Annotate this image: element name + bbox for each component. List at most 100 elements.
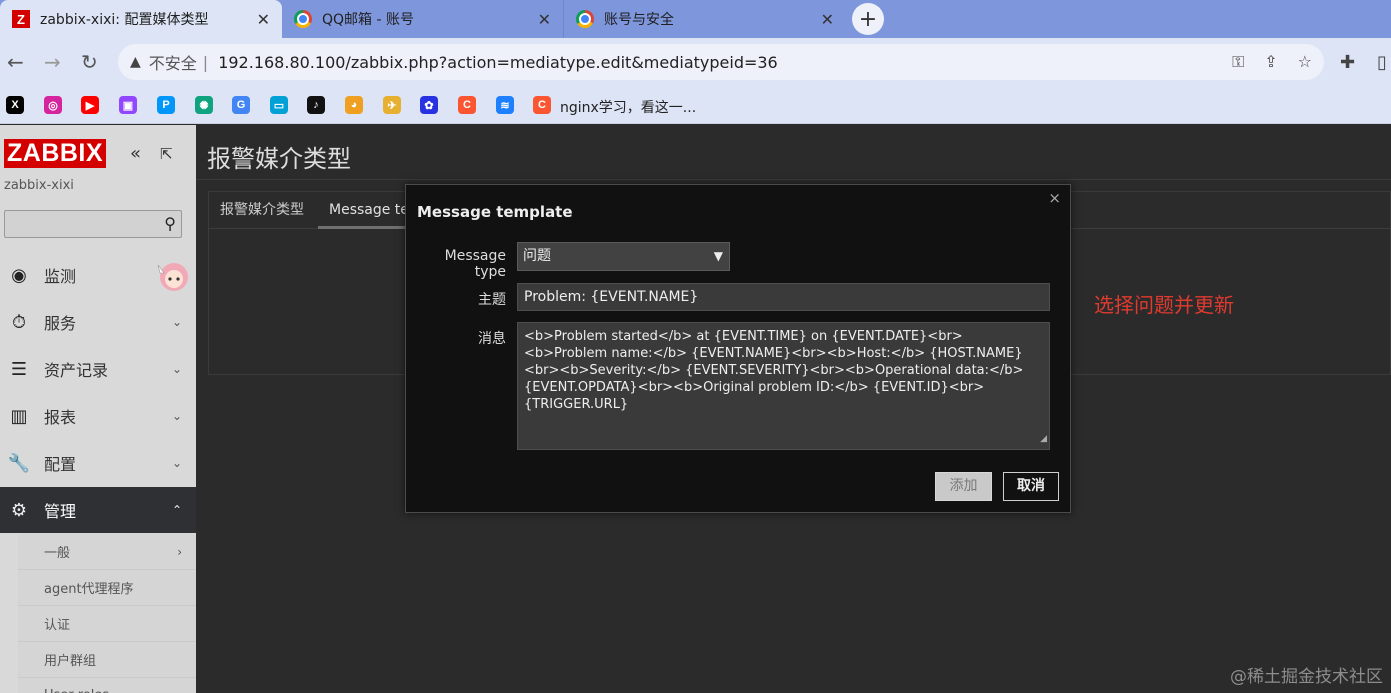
url-text[interactable]: 192.168.80.100/zabbix.php?action=mediaty… (218, 53, 778, 72)
key-icon[interactable]: ⚿ (1232, 52, 1244, 72)
reload-icon[interactable]: ↻ (81, 50, 98, 74)
submenu-item-3[interactable]: 用户群组 (18, 642, 196, 678)
browser-tab-zabbix[interactable]: Z zabbix-xixi: 配置媒体类型 ✕ (0, 0, 282, 38)
sidebar-item-5[interactable]: ⚙ 管理 ⌃ (0, 487, 196, 533)
x-twitter-icon[interactable]: X (6, 96, 24, 114)
twitch-icon[interactable]: ▣ (119, 96, 137, 114)
close-icon[interactable]: ✕ (257, 10, 270, 29)
search-icon[interactable]: ⚲ (164, 214, 176, 233)
chatgpt-icon[interactable]: ✺ (195, 96, 213, 114)
dialog-title: Message template (417, 203, 573, 221)
chevron-up-icon: ⌃ (171, 503, 182, 517)
sidebar-item-label: 配置 (44, 455, 77, 474)
browser-tab-account[interactable]: 账号与安全 ✕ (564, 0, 846, 38)
sidebar-item-label: 服务 (44, 314, 77, 333)
bar-chart-icon: ▥ (10, 405, 28, 427)
search-input[interactable]: ⚲ (4, 210, 182, 238)
message-textarea[interactable]: <b>Problem started</b> at {EVENT.TIME} o… (517, 322, 1050, 450)
hostname: zabbix-xixi (4, 178, 74, 193)
sidebar-item-label: 资产记录 (44, 361, 109, 380)
divider (196, 179, 1391, 180)
wing-icon[interactable]: ✈ (383, 96, 401, 114)
submenu-item-label: 一般 (44, 546, 71, 561)
chevron-down-icon: ⌄ (171, 456, 182, 470)
submenu-item-label: agent代理程序 (44, 582, 134, 597)
zabbix-logo[interactable]: ZABBIX (4, 139, 107, 168)
instagram-icon[interactable]: ◎ (44, 96, 62, 114)
close-icon[interactable]: ✕ (821, 10, 834, 29)
bookmark-nginx[interactable]: nginx学习，看这一... (560, 97, 696, 117)
csdn-icon[interactable]: C (458, 96, 476, 114)
share-icon[interactable]: ⇪ (1264, 52, 1277, 72)
message-type-label: Message type (444, 248, 506, 280)
zabbix-sidebar: ZABBIX « ⇱ zabbix-xixi ⚲ ◉ 监测 ⏱ 服务 ⌄ ☰ 资产记录 ⌄ ▥ 报… (0, 125, 196, 693)
tiktok-icon[interactable]: ♪ (307, 96, 325, 114)
csdn-icon[interactable]: C (533, 96, 551, 114)
chevron-right-icon: › (177, 544, 182, 559)
submenu-item-4[interactable]: User roles (18, 678, 196, 693)
bilibili-icon[interactable]: ▭ (270, 96, 288, 114)
juejin-icon[interactable]: ≋ (496, 96, 514, 114)
close-icon[interactable]: × (1048, 189, 1061, 207)
browser-tab-qqmail[interactable]: QQ邮箱 - 账号 ✕ (282, 0, 564, 38)
pixiv-icon[interactable]: P (157, 96, 175, 114)
extensions-puzzle-icon[interactable]: ✚ (1340, 52, 1355, 73)
chrome-icon (294, 10, 312, 28)
submenu-item-label: User roles (44, 688, 109, 693)
side-panel-icon[interactable]: ▯ (1377, 52, 1387, 73)
tab-title: zabbix-xixi: 配置媒体类型 (40, 12, 209, 28)
tab-title: QQ邮箱 - 账号 (322, 12, 414, 28)
chevron-down-icon: ⌄ (171, 362, 182, 376)
zabbix-z-icon: Z (12, 10, 30, 28)
add-button[interactable]: 添加 (935, 472, 992, 501)
message-label: 消息 (478, 331, 506, 347)
baidu-icon[interactable]: ✿ (420, 96, 438, 114)
kiosk-mode-icon[interactable]: ⇱ (160, 145, 173, 163)
forward-arrow-icon[interactable]: → (44, 50, 61, 74)
google-icon[interactable]: G (232, 96, 250, 114)
address-bar[interactable]: ▲ 不安全 | 192.168.80.100/zabbix.php?action… (118, 44, 1324, 80)
subject-input[interactable]: Problem: {EVENT.NAME} (517, 283, 1050, 311)
sidebar-item-label: 管理 (44, 502, 77, 521)
sidebar-item-3[interactable]: ▥ 报表 ⌄ (0, 393, 196, 439)
sidebar-item-2[interactable]: ☰ 资产记录 ⌄ (0, 346, 196, 392)
sidebar-item-4[interactable]: 🔧 配置 ⌄ (0, 440, 196, 486)
resize-handle-icon[interactable]: ◢ (1040, 431, 1047, 448)
cancel-button[interactable]: 取消 (1003, 472, 1059, 501)
tab-title: 账号与安全 (604, 12, 674, 28)
wrench-icon: 🔧 (7, 452, 31, 474)
collapse-sidebar-icon[interactable]: « (130, 143, 141, 164)
new-tab-button[interactable]: + (852, 3, 884, 35)
warning-triangle-icon: ▲ (130, 54, 141, 70)
bookmarks-bar: X ◎ ▶ ▣ P ✺ G ▭ ♪ ◕ ✈ ✿ C ≋ Cnginx学习，看这一... (0, 87, 1391, 124)
sidebar-item-1[interactable]: ⏱ 服务 ⌄ (0, 299, 196, 345)
sidebar-item-label: 报表 (44, 408, 77, 427)
message-text: <b>Problem started</b> at {EVENT.TIME} o… (524, 329, 1028, 412)
anime-sticker-icon (157, 263, 188, 291)
list-icon: ☰ (10, 358, 28, 380)
insecure-label[interactable]: 不安全 (149, 50, 197, 74)
submenu-item-label: 用户群组 (44, 654, 97, 669)
submenu-item-2[interactable]: 认证 (18, 606, 196, 642)
close-icon[interactable]: ✕ (538, 10, 551, 29)
submenu-item-1[interactable]: agent代理程序 (18, 570, 196, 606)
subject-label: 主题 (478, 292, 506, 308)
address-separator: | (202, 52, 209, 72)
back-arrow-icon[interactable]: ← (7, 50, 24, 74)
chevron-down-icon: ⌄ (171, 409, 182, 423)
submenu-item-label: 认证 (44, 618, 71, 633)
gear-icon: ⚙ (10, 499, 28, 521)
message-type-select[interactable]: 问题 ▼ (517, 242, 730, 271)
game-icon[interactable]: ◕ (345, 96, 363, 114)
browser-tab-bar: Z zabbix-xixi: 配置媒体类型 ✕ QQ邮箱 - 账号 ✕ 账号与安… (0, 0, 1391, 38)
message-type-value: 问题 (523, 248, 551, 264)
star-icon[interactable]: ☆ (1298, 52, 1312, 72)
submenu-item-0[interactable]: 一般 › (18, 534, 196, 570)
chrome-icon (576, 10, 594, 28)
youtube-icon[interactable]: ▶ (81, 96, 99, 114)
sidebar-item-label: 监测 (44, 267, 77, 286)
tab-message-templates[interactable]: Message templates (318, 192, 406, 229)
tab-media-type[interactable]: 报警媒介类型 (209, 192, 315, 229)
stopwatch-icon: ⏱ (11, 311, 27, 333)
annotation-text: 选择问题并更新 (1094, 293, 1234, 317)
